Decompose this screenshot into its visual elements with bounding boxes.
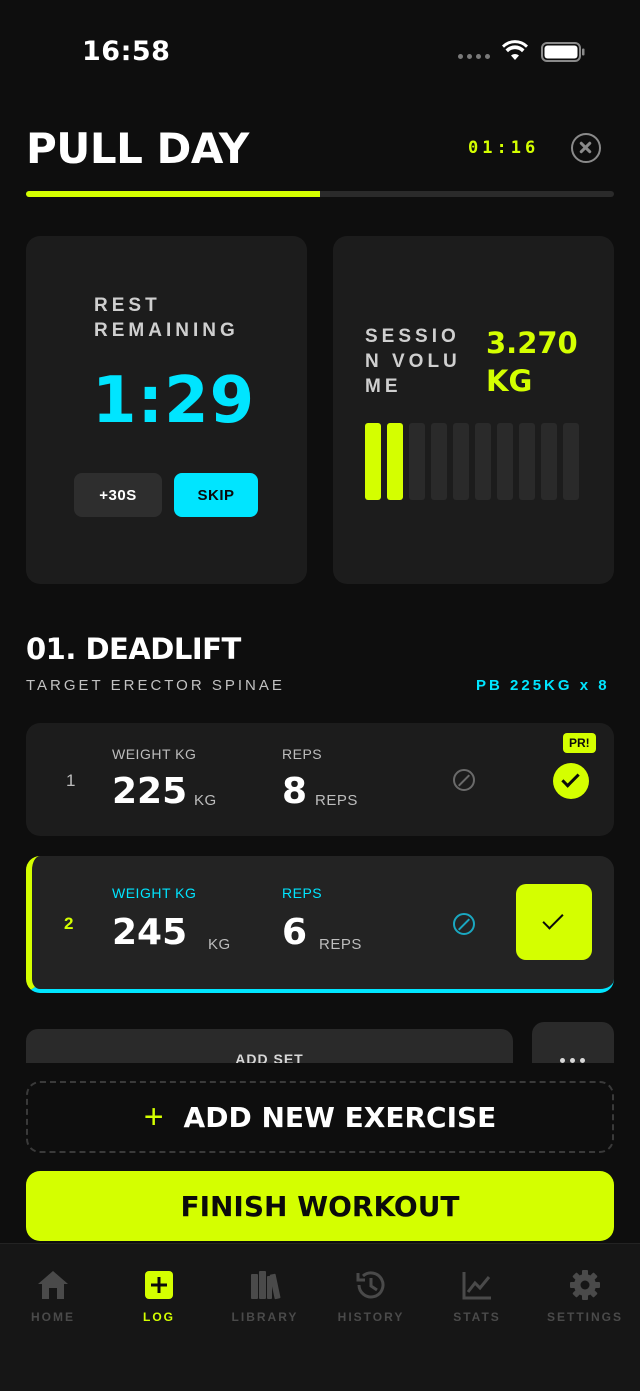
tab-settings[interactable]: SETTINGS (532, 1268, 638, 1324)
skip-set-icon[interactable] (453, 769, 475, 791)
set-number: 2 (64, 914, 74, 933)
tab-stats[interactable]: STATS (424, 1268, 530, 1324)
personal-best: PB 225KG x 8 (476, 677, 610, 694)
reps-value[interactable]: 8 (282, 771, 307, 812)
set-number: 1 (66, 771, 76, 790)
elapsed-timer: 01:16 (468, 138, 540, 158)
books-icon (251, 1271, 281, 1300)
rest-label: REST REMAINING (94, 295, 239, 341)
tab-log[interactable]: LOG (106, 1268, 212, 1324)
session-volume-value: 3.270 KG (486, 326, 578, 398)
add-exercise-button[interactable]: + ADD NEW EXERCISE (26, 1081, 614, 1153)
add-30s-button[interactable]: +30S (74, 473, 162, 517)
reps-label: REPS (282, 885, 323, 901)
volume-bar (563, 423, 579, 500)
rest-timer-card: REST REMAINING 1:29 +30S SKIP (26, 236, 307, 584)
status-bar: 16:58 (0, 0, 640, 100)
volume-bar (453, 423, 469, 500)
weight-value[interactable]: 245 (112, 912, 187, 953)
chart-icon (462, 1272, 491, 1300)
signal-icon (458, 54, 490, 59)
tab-label: LIBRARY (231, 1310, 299, 1324)
tab-label: SETTINGS (546, 1310, 623, 1324)
close-icon[interactable] (571, 133, 601, 163)
page-title: PULL DAY (26, 124, 249, 173)
weight-unit: KG (194, 792, 217, 809)
workout-progress-bar (26, 191, 614, 197)
battery-icon (541, 42, 585, 62)
completed-check-icon[interactable] (553, 763, 589, 799)
history-icon (356, 1271, 385, 1299)
tab-label: HOME (31, 1310, 75, 1324)
add-set-label: ADD SET (235, 1051, 304, 1063)
volume-bar (365, 423, 381, 500)
reps-unit: REPS (319, 936, 362, 953)
weight-label: WEIGHT KG (112, 885, 197, 901)
add-exercise-label: ADD NEW EXERCISE (183, 1100, 497, 1134)
tab-history[interactable]: HISTORY (318, 1268, 424, 1324)
workout-header: PULL DAY 01:16 (26, 122, 614, 182)
tab-label: STATS (453, 1310, 501, 1324)
finish-workout-button[interactable]: FINISH WORKOUT (26, 1171, 614, 1241)
weight-value[interactable]: 225 (112, 771, 187, 812)
plus-icon: + (143, 1098, 164, 1136)
exercise-title: 01. DEADLIFT (26, 632, 241, 666)
volume-bar (409, 423, 425, 500)
volume-bar (497, 423, 513, 500)
session-volume-label: SESSION VOLUME (365, 326, 461, 397)
tab-library[interactable]: LIBRARY (212, 1268, 318, 1324)
reps-unit: REPS (315, 792, 358, 809)
skip-rest-button[interactable]: SKIP (174, 473, 258, 517)
workout-progress-fill (26, 191, 320, 197)
tab-home[interactable]: HOME (0, 1268, 106, 1324)
set-row[interactable]: 1 WEIGHT KG 225 KG REPS 8 REPS PR! (26, 723, 614, 836)
complete-set-button[interactable] (516, 884, 592, 960)
home-icon (38, 1271, 68, 1299)
volume-bars (365, 423, 579, 500)
volume-bar (541, 423, 557, 500)
volume-bar (519, 423, 535, 500)
add-set-button[interactable]: ADD SET (26, 1029, 513, 1063)
skip-set-icon[interactable] (453, 913, 475, 935)
reps-value[interactable]: 6 (282, 912, 307, 953)
volume-bar (475, 423, 491, 500)
tab-bar: HOME LOG LIBRARY HISTORY STATS SETTINGS (0, 1243, 640, 1391)
volume-bar (431, 423, 447, 500)
plus-square-icon (145, 1271, 173, 1299)
status-time: 16:58 (82, 36, 171, 67)
gear-icon (570, 1270, 600, 1300)
weight-unit: KG (208, 936, 231, 953)
rest-countdown: 1:29 (92, 364, 256, 438)
wifi-icon (502, 40, 528, 60)
tab-label: LOG (143, 1310, 175, 1324)
pr-badge: PR! (563, 733, 596, 753)
tab-label: HISTORY (337, 1310, 405, 1324)
volume-bar (387, 423, 403, 500)
weight-label: WEIGHT KG (112, 746, 197, 762)
set-row-active[interactable]: 2 WEIGHT KG 245 KG REPS 6 REPS (26, 856, 614, 993)
exercise-target: TARGET ERECTOR SPINAE (26, 677, 285, 694)
session-volume-card: SESSION VOLUME 3.270 KG (333, 236, 614, 584)
more-options-button[interactable] (532, 1022, 614, 1063)
reps-label: REPS (282, 746, 323, 762)
